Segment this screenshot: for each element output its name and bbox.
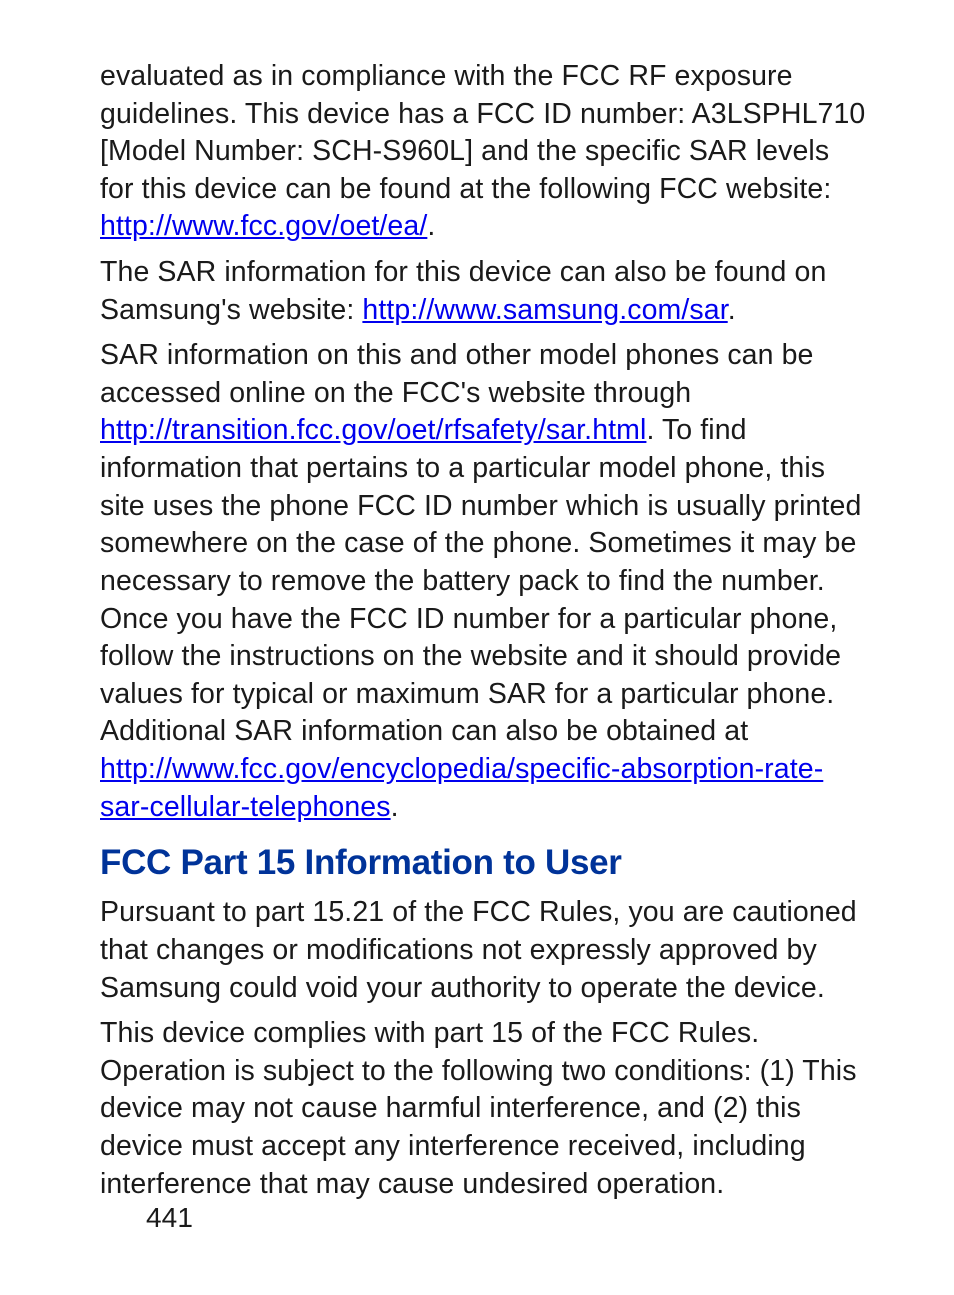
link-samsung-sar[interactable]: http://www.samsung.com/sar bbox=[362, 294, 727, 326]
text: This device complies with part 15 of the… bbox=[100, 1017, 857, 1199]
document-page: evaluated as in compliance with the FCC … bbox=[0, 0, 954, 1295]
text: evaluated as in compliance with the FCC … bbox=[100, 60, 865, 205]
paragraph-part-15-conditions: This device complies with part 15 of the… bbox=[100, 1015, 866, 1203]
text: . bbox=[427, 210, 435, 242]
heading-fcc-part-15: FCC Part 15 Information to User bbox=[100, 840, 866, 886]
paragraph-part-15-21: Pursuant to part 15.21 of the FCC Rules,… bbox=[100, 894, 866, 1007]
link-fcc-encyclopedia[interactable]: http://www.fcc.gov/encyclopedia/specific… bbox=[100, 753, 823, 823]
text: SAR information on this and other model … bbox=[100, 339, 814, 409]
text: . bbox=[728, 294, 736, 326]
link-fcc-oet-ea[interactable]: http://www.fcc.gov/oet/ea/ bbox=[100, 210, 427, 242]
text: Pursuant to part 15.21 of the FCC Rules,… bbox=[100, 896, 857, 1003]
link-fcc-rfsafety[interactable]: http://transition.fcc.gov/oet/rfsafety/s… bbox=[100, 414, 646, 446]
text: . To find information that pertains to a… bbox=[100, 414, 861, 747]
paragraph-samsung-sar: The SAR information for this device can … bbox=[100, 254, 866, 329]
page-number: 441 bbox=[146, 1200, 193, 1237]
paragraph-sar-info: SAR information on this and other model … bbox=[100, 337, 866, 826]
paragraph-fcc-id: evaluated as in compliance with the FCC … bbox=[100, 58, 866, 246]
text: . bbox=[391, 791, 399, 823]
